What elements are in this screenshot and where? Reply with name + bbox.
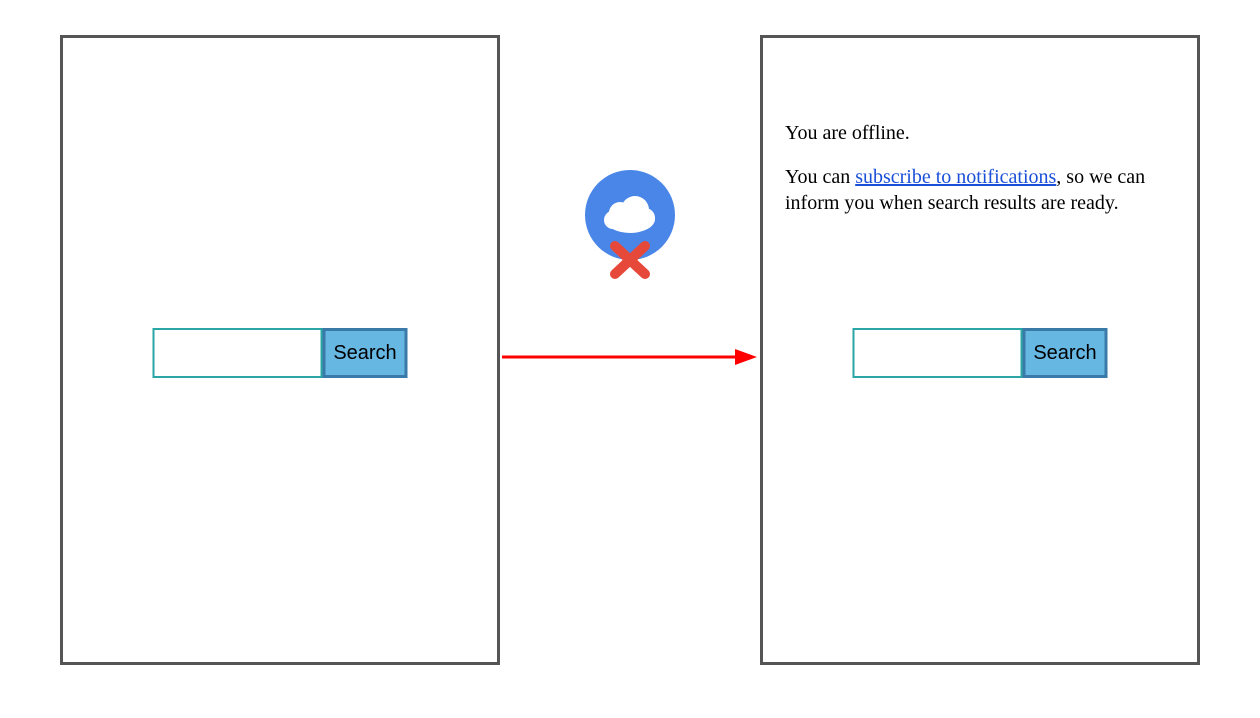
panel-before: Search (60, 35, 500, 665)
cloud-offline-icon (583, 170, 677, 280)
search-input[interactable] (853, 328, 1023, 378)
search-row-left: Search (153, 328, 408, 378)
arrow-right-icon (502, 348, 757, 366)
search-button[interactable]: Search (1023, 328, 1108, 378)
offline-message: You are offline. You can subscribe to no… (785, 120, 1175, 234)
panel-after: You are offline. You can subscribe to no… (760, 35, 1200, 665)
search-button[interactable]: Search (323, 328, 408, 378)
offline-headline: You are offline. (785, 120, 1175, 146)
offline-prefix: You can (785, 166, 855, 188)
subscribe-link[interactable]: subscribe to notifications (855, 166, 1056, 188)
search-row-right: Search (853, 328, 1108, 378)
offline-body: You can subscribe to notifications, so w… (785, 164, 1175, 216)
search-input[interactable] (153, 328, 323, 378)
